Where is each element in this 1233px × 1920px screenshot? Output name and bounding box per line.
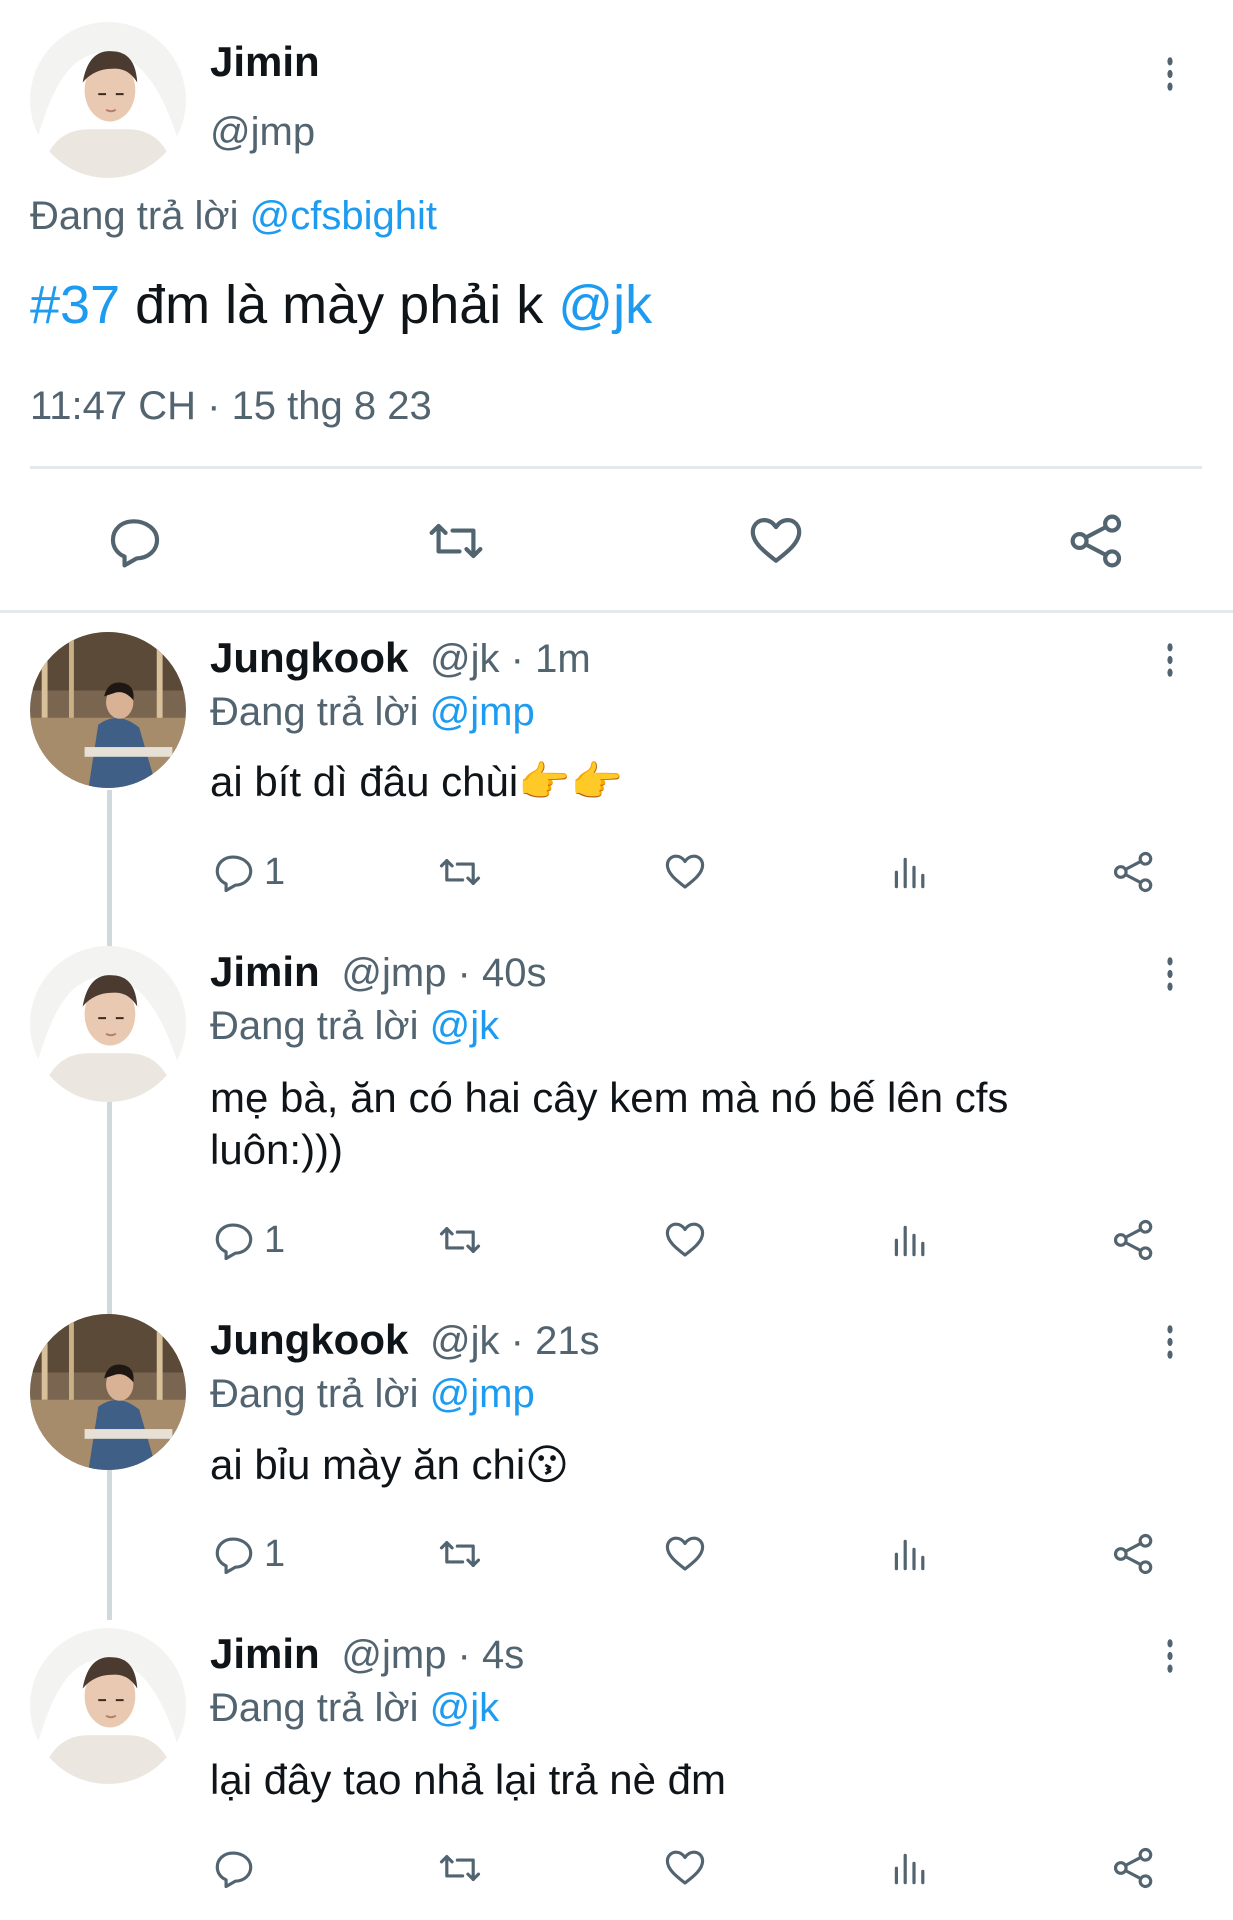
- thread-line: [107, 790, 112, 1620]
- mention-link[interactable]: @jk: [558, 275, 652, 335]
- reply-to-link[interactable]: @jk: [430, 1004, 500, 1048]
- handle-time[interactable]: @jk · 21s: [430, 1319, 600, 1363]
- reply-context: Đang trả lời @cfsbighit: [30, 194, 437, 239]
- more-vertical-icon[interactable]: [1150, 1626, 1190, 1686]
- reply-context: Đang trả lời @jmp: [210, 690, 535, 735]
- avatar[interactable]: [30, 1628, 186, 1784]
- share-icon[interactable]: [1112, 1846, 1156, 1890]
- reply-to-link[interactable]: @jmp: [430, 690, 535, 734]
- reply-button[interactable]: 1: [212, 850, 285, 894]
- reply-header: Jimin @jmp · 4s: [210, 1630, 524, 1678]
- avatar[interactable]: [30, 946, 186, 1102]
- author-name[interactable]: Jimin: [210, 38, 320, 86]
- retweet-icon[interactable]: [434, 1846, 486, 1890]
- retweet-icon[interactable]: [422, 512, 490, 570]
- like-icon[interactable]: [662, 1218, 708, 1262]
- author-name[interactable]: Jungkook: [210, 634, 408, 681]
- reply-button[interactable]: 1: [212, 1218, 285, 1262]
- avatar[interactable]: [30, 1314, 186, 1470]
- reply-context: Đang trả lời @jk: [210, 1686, 499, 1731]
- reply-text-line: mẹ bà, ăn có hai cây kem mà nó bế lên cf…: [210, 1074, 1009, 1121]
- reply-text: mẹ bà, ăn có hai cây kem mà nó bế lên cf…: [210, 1072, 1008, 1176]
- kissing-emoji: 😗: [525, 1441, 569, 1488]
- reply-prefix: Đang trả lời: [210, 1004, 419, 1048]
- reply-header: Jungkook @jk · 21s: [210, 1316, 600, 1364]
- like-icon[interactable]: [746, 512, 806, 570]
- like-icon[interactable]: [662, 1846, 708, 1890]
- reply-count: 1: [264, 1532, 286, 1575]
- reply-to-link[interactable]: @jmp: [430, 1372, 535, 1416]
- more-vertical-icon[interactable]: [1150, 44, 1190, 104]
- reply-text: ai bỉu mày ăn chi😗: [210, 1441, 569, 1488]
- like-icon[interactable]: [662, 1532, 708, 1576]
- tweet-text: #37 đm là mày phải k @jk: [30, 274, 652, 336]
- reply-prefix: Đang trả lời: [30, 194, 239, 238]
- reply-prefix: Đang trả lời: [210, 1372, 419, 1416]
- tweet-body: đm là mày phải k: [120, 275, 559, 335]
- reply-icon: [212, 1532, 256, 1576]
- divider: [30, 466, 1202, 469]
- avatar[interactable]: [30, 22, 186, 178]
- handle-time[interactable]: @jmp · 4s: [341, 1633, 524, 1677]
- reply-icon[interactable]: [106, 512, 164, 570]
- more-vertical-icon[interactable]: [1150, 944, 1190, 1004]
- section-divider: [0, 610, 1233, 613]
- retweet-icon[interactable]: [434, 1218, 486, 1262]
- reply-header: Jimin @jmp · 40s: [210, 948, 546, 996]
- share-icon[interactable]: [1112, 1532, 1156, 1576]
- author-name[interactable]: Jimin: [210, 1630, 320, 1677]
- author-name[interactable]: Jimin: [210, 948, 320, 995]
- handle-time[interactable]: @jmp · 40s: [341, 951, 546, 995]
- share-icon[interactable]: [1112, 850, 1156, 894]
- reply-icon[interactable]: [212, 1846, 256, 1890]
- views-icon[interactable]: [890, 1534, 930, 1576]
- views-icon[interactable]: [890, 1220, 930, 1262]
- timestamp[interactable]: 11:47 CH · 15 thg 8 23: [30, 384, 432, 429]
- views-icon[interactable]: [890, 1848, 930, 1890]
- reply-prefix: Đang trả lời: [210, 690, 419, 734]
- reply-to-link[interactable]: @jk: [430, 1686, 500, 1730]
- reply-text-line: luôn:))): [210, 1126, 344, 1173]
- reply-count: 1: [264, 850, 286, 893]
- like-icon[interactable]: [662, 850, 708, 894]
- reply-context: Đang trả lời @jk: [210, 1004, 499, 1049]
- pointing-emoji: 👉👉: [518, 758, 623, 805]
- more-vertical-icon[interactable]: [1150, 1312, 1190, 1372]
- views-icon[interactable]: [890, 852, 930, 894]
- author-handle[interactable]: @jmp: [210, 110, 315, 155]
- hashtag-link[interactable]: #37: [30, 275, 120, 335]
- handle-time[interactable]: @jk · 1m: [430, 637, 591, 681]
- more-vertical-icon[interactable]: [1150, 630, 1190, 690]
- reply-text: lại đây tao nhả lại trả nè đm: [210, 1756, 726, 1803]
- reply-icon: [212, 850, 256, 894]
- avatar[interactable]: [30, 632, 186, 788]
- reply-icon: [212, 1218, 256, 1262]
- author-name[interactable]: Jungkook: [210, 1316, 408, 1363]
- reply-prefix: Đang trả lời: [210, 1686, 419, 1730]
- share-icon[interactable]: [1068, 512, 1126, 570]
- retweet-icon[interactable]: [434, 1532, 486, 1576]
- reply-button[interactable]: 1: [212, 1532, 285, 1576]
- reply-text: ai bít dì đâu chùi👉👉: [210, 758, 623, 805]
- retweet-icon[interactable]: [434, 850, 486, 894]
- reply-context: Đang trả lời @jmp: [210, 1372, 535, 1417]
- share-icon[interactable]: [1112, 1218, 1156, 1262]
- reply-count: 1: [264, 1218, 286, 1261]
- reply-to-link[interactable]: @cfsbighit: [250, 194, 437, 238]
- reply-header: Jungkook @jk · 1m: [210, 634, 591, 682]
